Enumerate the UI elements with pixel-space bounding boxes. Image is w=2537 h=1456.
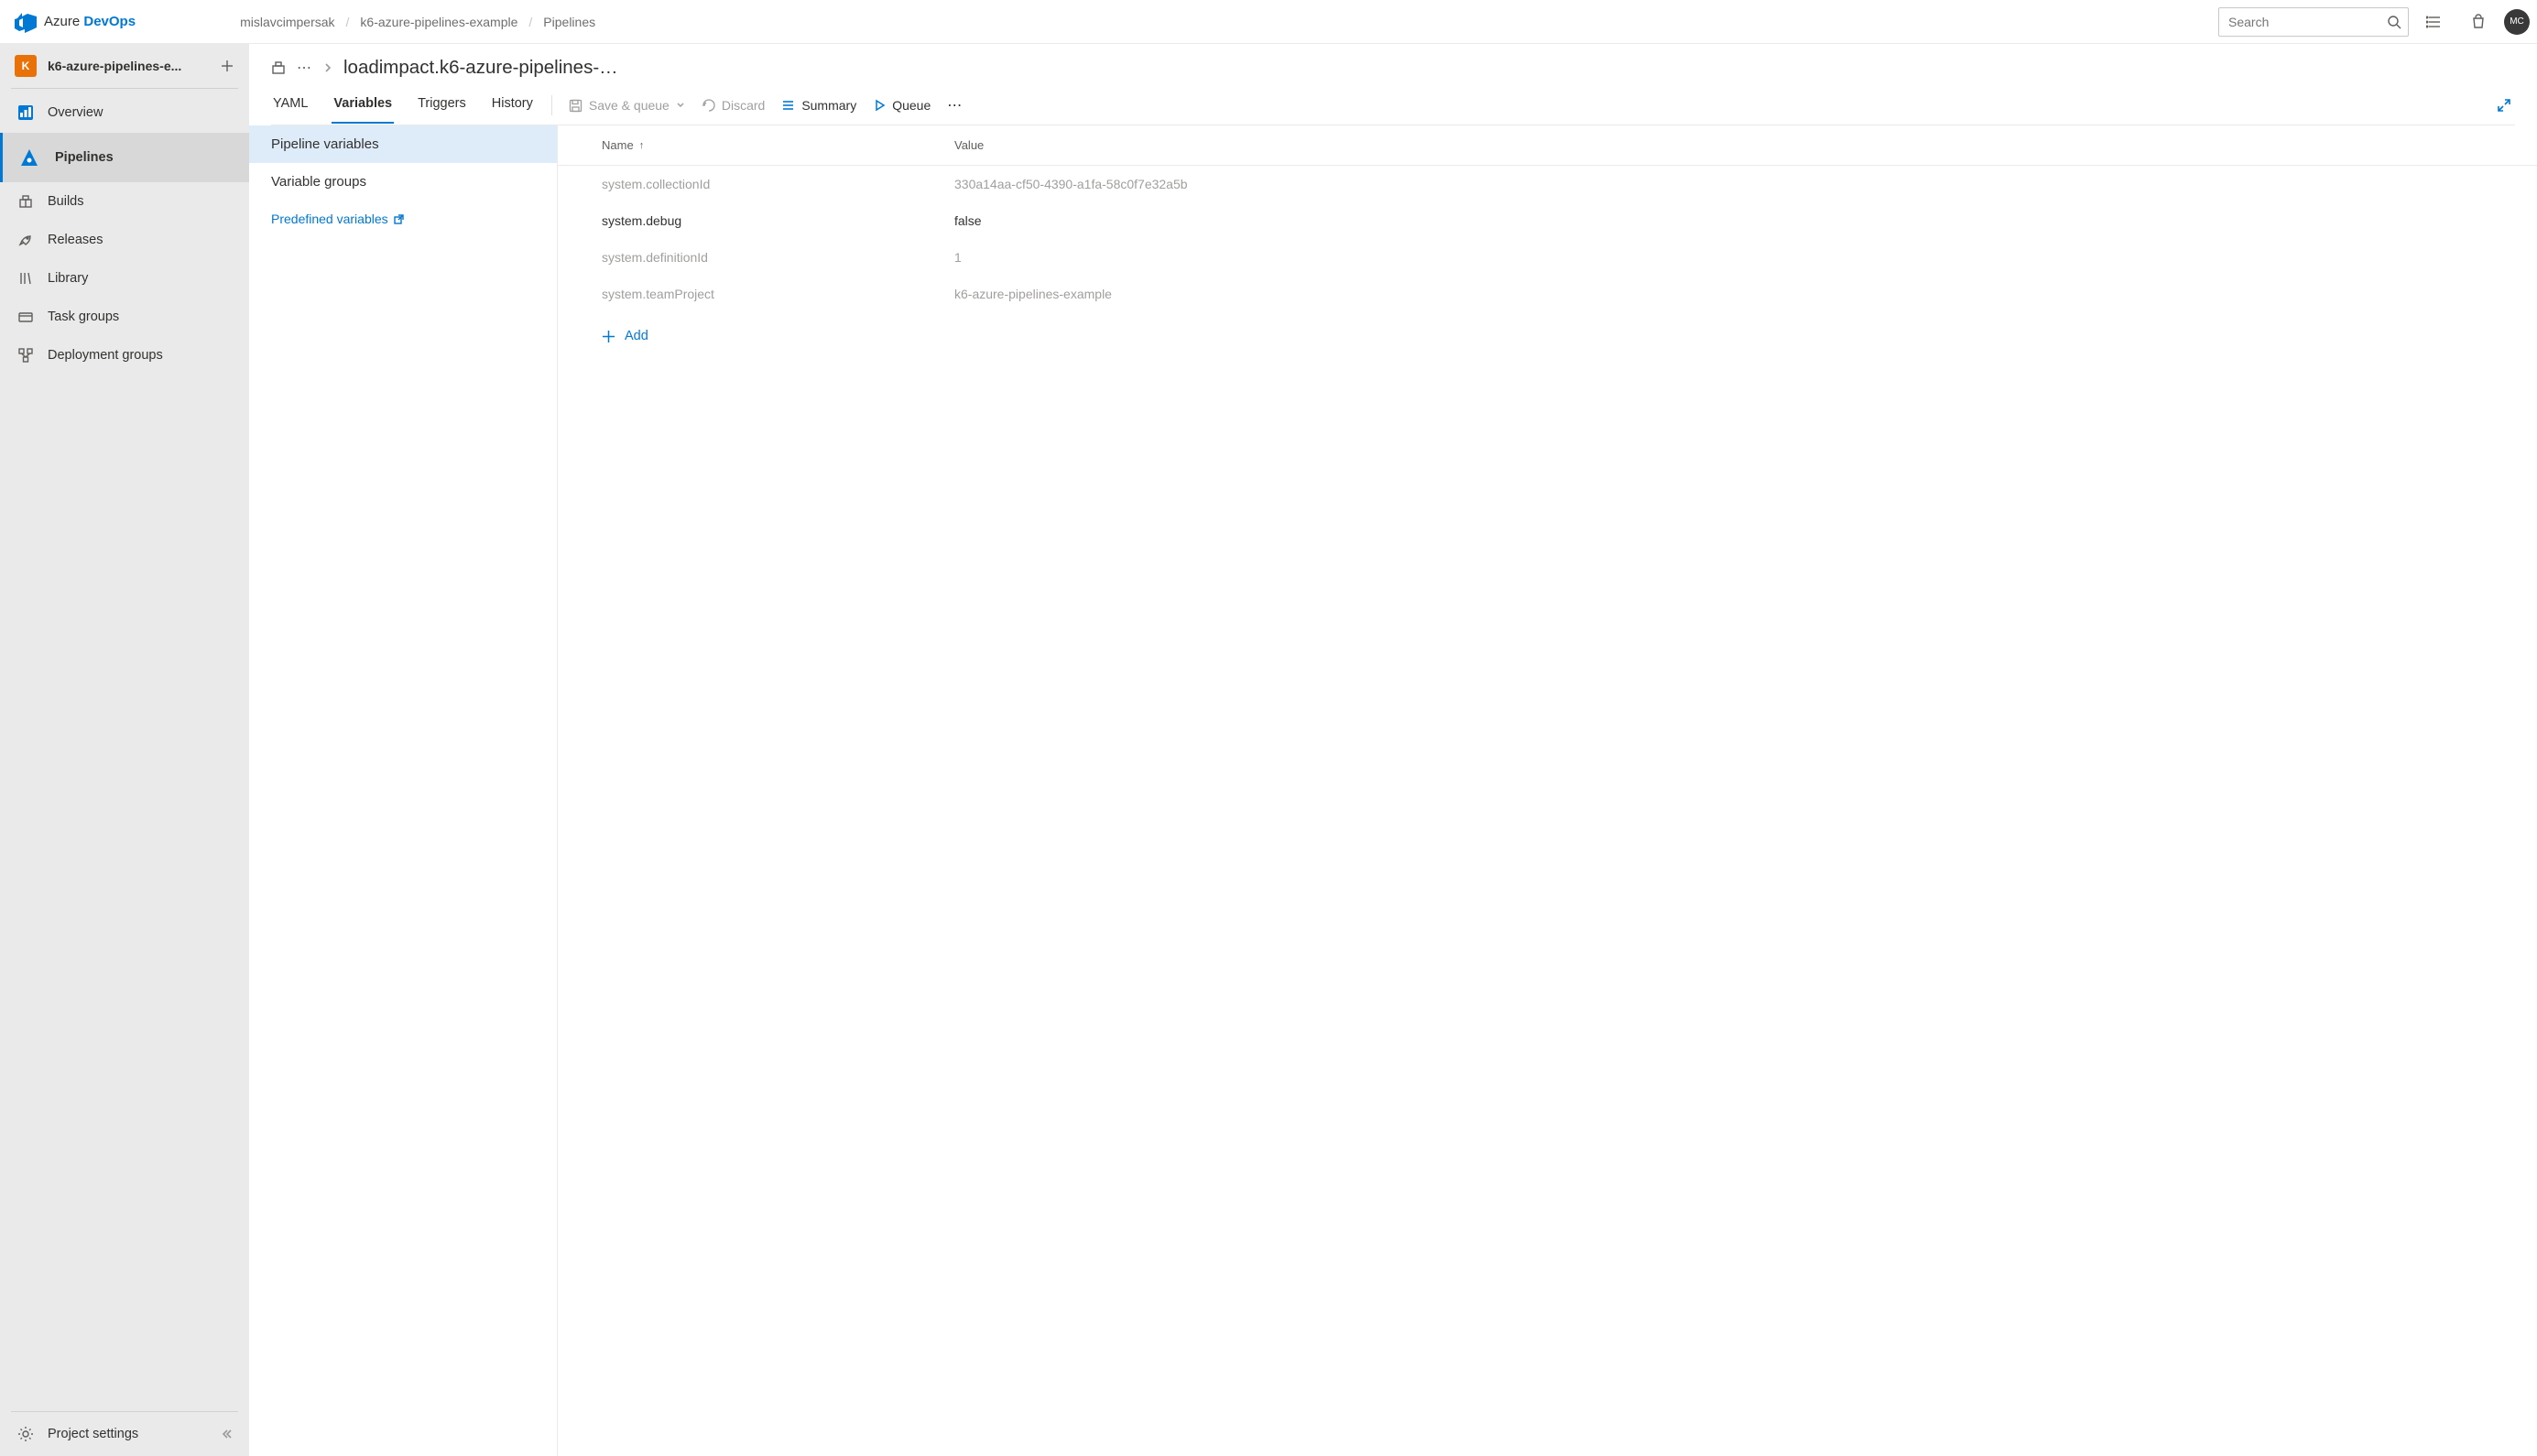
breadcrumb-project[interactable]: k6-azure-pipelines-example [360,15,517,29]
variable-name: system.teamProject [602,287,954,301]
library-icon [16,271,35,286]
search-icon[interactable] [2387,15,2401,29]
azure-devops-icon [15,11,37,33]
sidebar-item-releases[interactable]: Releases [0,221,249,259]
play-icon [873,99,886,112]
variables-panel: Name ↑ Value system.collectionId 330a14a… [558,125,2537,1456]
path-more-icon[interactable]: ⋯ [297,59,312,77]
collapse-sidebar-icon[interactable] [220,1428,233,1440]
sidebar-item-pipelines[interactable]: Pipelines [0,133,249,182]
brand-logo[interactable]: Azure DevOps [15,11,136,33]
add-variable-button[interactable]: Add [602,329,2537,343]
tabs: YAML Variables Triggers History [271,96,535,124]
sidebar-item-project-settings[interactable]: Project settings [0,1412,249,1456]
column-header-name[interactable]: Name ↑ [602,138,954,152]
project-header: K k6-azure-pipelines-e... [0,44,249,88]
variable-name: system.collectionId [602,177,954,191]
pipelines-icon [16,146,42,169]
sidebar-item-label: Releases [48,233,103,247]
save-queue-button[interactable]: Save & queue [569,98,685,113]
breadcrumb-section[interactable]: Pipelines [543,15,595,29]
sort-ascending-icon: ↑ [639,140,645,151]
project-badge: K [15,55,37,77]
variable-value: k6-azure-pipelines-example [954,287,2537,301]
table-row: system.teamProject k6-azure-pipelines-ex… [558,276,2537,312]
sidebar-item-task-groups[interactable]: Task groups [0,298,249,336]
sidebar-item-label: Library [48,271,88,286]
search-box [2218,7,2409,37]
content: ⋯ loadimpact.k6-azure-pipelines-… YAML V… [249,44,2537,1456]
pipeline-path: ⋯ loadimpact.k6-azure-pipelines-… [271,57,2515,79]
sub-nav-predefined-variables[interactable]: Predefined variables [249,201,557,237]
variable-name: system.definitionId [602,250,954,265]
table-row: system.definitionId 1 [558,239,2537,276]
expand-icon[interactable] [2497,98,2515,122]
sub-nav-pipeline-variables[interactable]: Pipeline variables [249,125,557,163]
variable-value: 1 [954,250,2537,265]
undo-icon [702,99,715,113]
sidebar-item-label: Builds [48,194,84,209]
chevron-right-icon [323,63,332,72]
search-input[interactable] [2218,7,2409,37]
table-row[interactable]: system.debug false [558,202,2537,239]
variable-value[interactable]: false [954,213,2537,228]
pipeline-root-icon[interactable] [271,60,286,75]
add-project-icon[interactable] [220,59,234,73]
top-bar: Azure DevOps mislavcimpersak / k6-azure-… [0,0,2537,44]
sidebar-item-label: Deployment groups [48,348,163,363]
work-items-icon[interactable] [2416,4,2453,40]
column-header-value[interactable]: Value [954,138,2537,152]
sidebar-item-label: Project settings [48,1427,138,1441]
breadcrumb-org[interactable]: mislavcimpersak [240,15,334,29]
discard-button[interactable]: Discard [702,98,765,113]
sidebar-item-label: Pipelines [55,150,114,165]
deployment-groups-icon [16,348,35,363]
more-actions-button[interactable]: ⋯ [947,96,963,114]
gear-icon [16,1426,35,1442]
sidebar-item-overview[interactable]: Overview [0,92,249,133]
sidebar-item-label: Overview [48,105,103,120]
marketplace-icon[interactable] [2460,4,2497,40]
builds-icon [16,194,35,209]
releases-icon [16,233,35,247]
toolbar: Save & queue Discard [569,96,963,124]
breadcrumb: mislavcimpersak / k6-azure-pipelines-exa… [240,15,595,29]
variable-name[interactable]: system.debug [602,213,954,228]
sidebar-item-library[interactable]: Library [0,259,249,298]
summary-button[interactable]: Summary [781,98,856,113]
sidebar-item-deployment-groups[interactable]: Deployment groups [0,336,249,375]
tab-history[interactable]: History [490,96,535,124]
overview-icon [16,104,35,121]
queue-button[interactable]: Queue [873,98,931,113]
variables-table-header: Name ↑ Value [558,125,2537,166]
brand-text: Azure DevOps [44,14,136,29]
table-row: system.collectionId 330a14aa-cf50-4390-a… [558,166,2537,202]
sidebar: K k6-azure-pipelines-e... Overview [0,44,249,1456]
summary-icon [781,99,795,113]
more-icon: ⋯ [947,96,963,114]
project-name[interactable]: k6-azure-pipelines-e... [48,59,209,73]
avatar[interactable]: MC [2504,9,2530,35]
divider [551,95,552,115]
tab-variables[interactable]: Variables [332,96,394,124]
plus-icon [602,330,615,343]
chevron-down-icon [676,101,685,110]
sidebar-item-label: Task groups [48,310,119,324]
variables-sub-nav: Pipeline variables Variable groups Prede… [249,125,558,1456]
breadcrumb-separator: / [346,15,350,29]
tab-yaml[interactable]: YAML [271,96,310,124]
pipeline-title[interactable]: loadimpact.k6-azure-pipelines-… [343,57,618,79]
sub-nav-variable-groups[interactable]: Variable groups [249,163,557,201]
breadcrumb-separator: / [528,15,532,29]
tab-triggers[interactable]: Triggers [416,96,468,124]
sidebar-item-builds[interactable]: Builds [0,182,249,221]
variable-value: 330a14aa-cf50-4390-a1fa-58c0f7e32a5b [954,177,2537,191]
task-groups-icon [16,310,35,324]
external-link-icon [394,214,404,224]
save-icon [569,99,583,113]
